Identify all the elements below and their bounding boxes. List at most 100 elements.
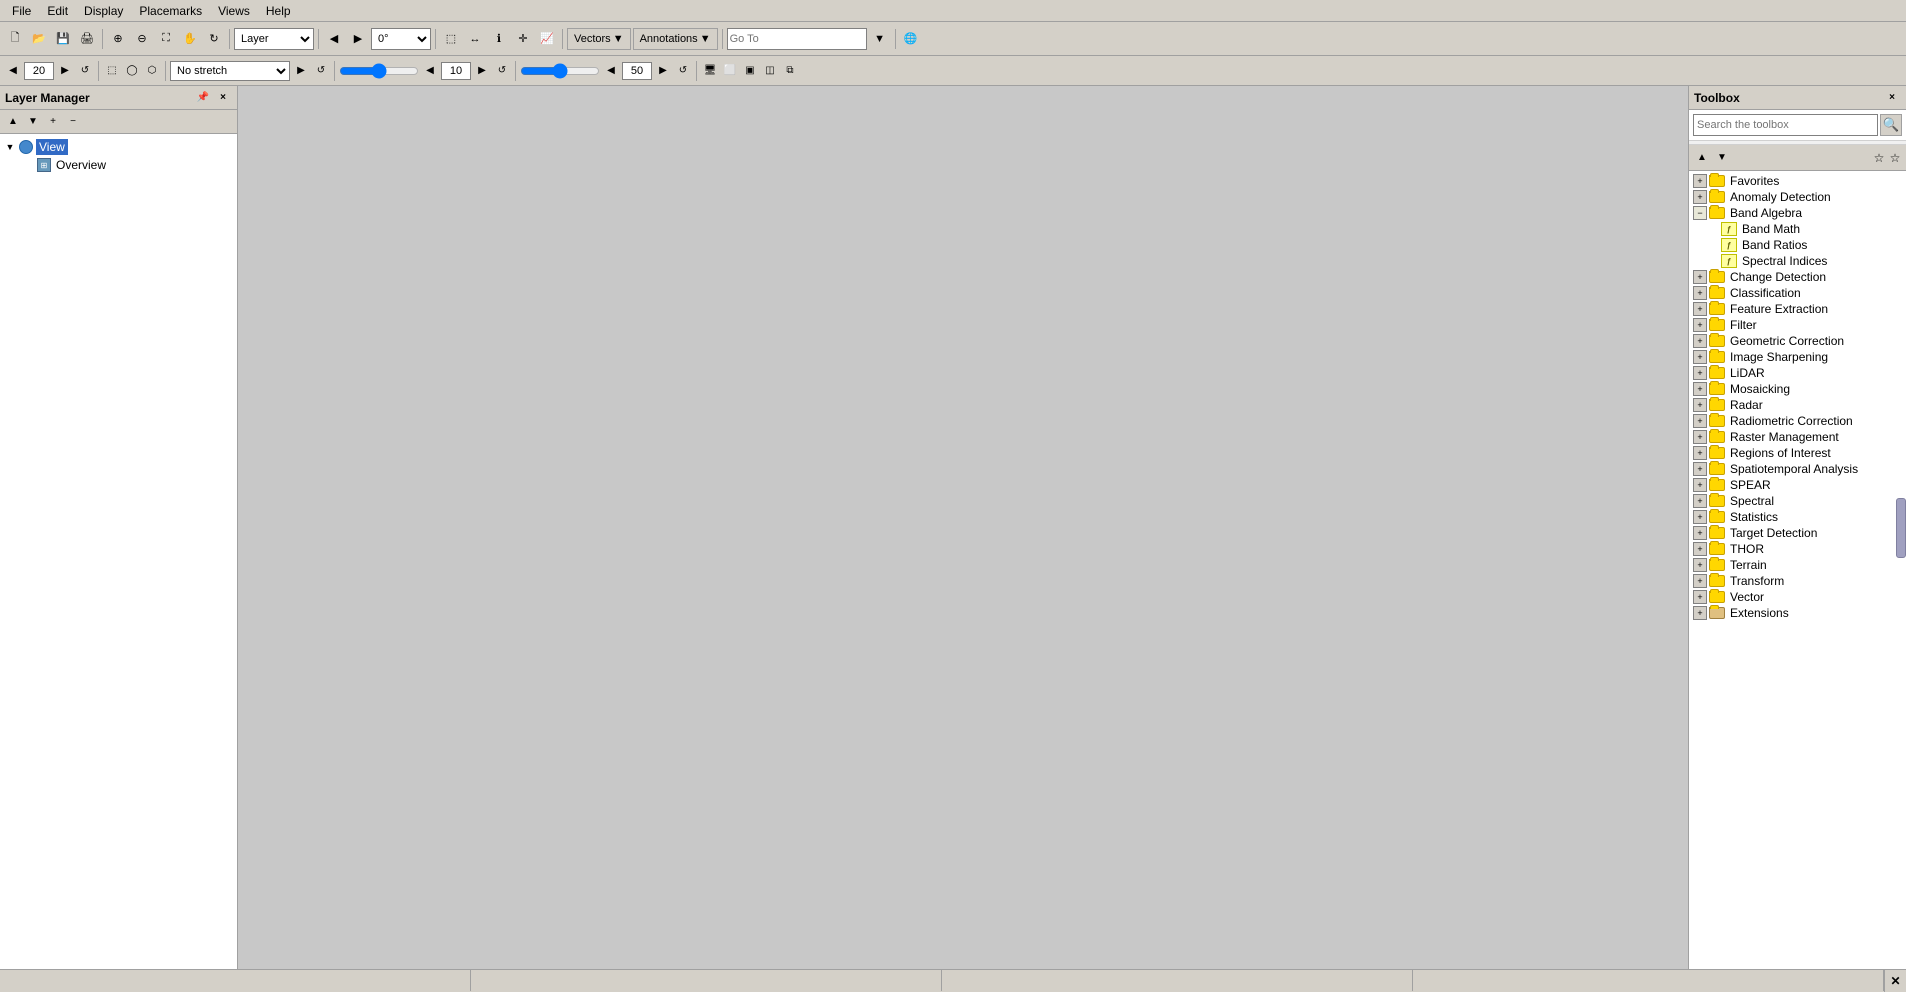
tb-item-favorites[interactable]: + Favorites (1691, 173, 1904, 189)
expand-mosaicking-btn[interactable]: + (1693, 382, 1707, 396)
menu-views[interactable]: Views (210, 2, 258, 20)
toolbox-search-go-btn[interactable]: 🔍 (1880, 114, 1902, 136)
tb2-arrow-left2[interactable]: ◀ (421, 62, 439, 80)
tree-item-overview[interactable]: ⊞ Overview (4, 156, 233, 174)
tb-sub-spectral-indices[interactable]: ƒ Spectral Indices (1691, 253, 1904, 269)
expand-statistics-btn[interactable]: + (1693, 510, 1707, 524)
crosshair-btn[interactable]: ✛ (512, 28, 534, 50)
toolbox-search-input[interactable] (1693, 114, 1878, 136)
tb2-value1[interactable] (24, 62, 54, 80)
tb-item-filter[interactable]: + Filter (1691, 317, 1904, 333)
brightness-slider[interactable] (339, 64, 419, 78)
tb-item-transform[interactable]: + Transform (1691, 573, 1904, 589)
goto-dropdown-btn[interactable]: ▼ (869, 28, 891, 50)
expand-filter-btn[interactable]: + (1693, 318, 1707, 332)
tb-sub-band-ratios[interactable]: ƒ Band Ratios (1691, 237, 1904, 253)
tb-item-statistics[interactable]: + Statistics (1691, 509, 1904, 525)
print-btn[interactable]: 🖨 (76, 28, 98, 50)
expand-geometric-correction-btn[interactable]: + (1693, 334, 1707, 348)
rotate-btn[interactable]: ↻ (203, 28, 225, 50)
expand-band-algebra-btn[interactable]: − (1693, 206, 1707, 220)
tb2-value2[interactable] (441, 62, 471, 80)
tb2-arrow-right2[interactable]: ▶ (473, 62, 491, 80)
expand-feature-extraction-btn[interactable]: + (1693, 302, 1707, 316)
expand-thor-btn[interactable]: + (1693, 542, 1707, 556)
info-btn[interactable]: ℹ (488, 28, 510, 50)
expand-radar-btn[interactable]: + (1693, 398, 1707, 412)
new-btn[interactable]: 🗋 (4, 28, 26, 50)
tb2-refresh2[interactable]: ↺ (493, 62, 511, 80)
tb-item-spectral[interactable]: + Spectral (1691, 493, 1904, 509)
profile-btn[interactable]: 📈 (536, 28, 558, 50)
measure-btn[interactable]: ↔ (464, 28, 486, 50)
nav-fwd-btn[interactable]: ▶ (347, 28, 369, 50)
star-icon2[interactable]: ☆ (1888, 151, 1902, 165)
annotations-btn[interactable]: Annotations ▼ (633, 28, 718, 50)
zoom-out-btn[interactable]: ⊖ (131, 28, 153, 50)
lm-pin-btn[interactable]: 📌 (194, 89, 212, 107)
contrast-slider[interactable] (520, 64, 600, 78)
tb-item-extensions[interactable]: + Extensions (1691, 605, 1904, 621)
expand-spectral-btn[interactable]: + (1693, 494, 1707, 508)
save-btn[interactable]: 💾 (52, 28, 74, 50)
toolbox-close-btn[interactable]: × (1883, 89, 1901, 107)
tb2-arrow-right[interactable]: ▶ (56, 62, 74, 80)
tb-item-lidar[interactable]: + LiDAR (1691, 365, 1904, 381)
tb2-display-btn1[interactable]: 🖥 (701, 62, 719, 80)
zoom-fit-btn[interactable]: ⛶ (155, 28, 177, 50)
toolbox-nav-down-btn[interactable]: ▼ (1713, 149, 1731, 167)
tb-item-anomaly[interactable]: + Anomaly Detection (1691, 189, 1904, 205)
tb-item-target-detection[interactable]: + Target Detection (1691, 525, 1904, 541)
expand-target-detection-btn[interactable]: + (1693, 526, 1707, 540)
tb-item-radar[interactable]: + Radar (1691, 397, 1904, 413)
menu-help[interactable]: Help (258, 2, 299, 20)
tb-item-spatiotemporal[interactable]: + Spatiotemporal Analysis (1691, 461, 1904, 477)
toolbox-nav-up-btn[interactable]: ▲ (1693, 149, 1711, 167)
toolbox-scrollbar-thumb[interactable] (1896, 498, 1906, 558)
tb2-display-btn2[interactable]: ⬜ (721, 62, 739, 80)
lm-close-btn[interactable]: × (214, 89, 232, 107)
tb-item-classification[interactable]: + Classification (1691, 285, 1904, 301)
lm-new-btn[interactable]: + (44, 113, 62, 131)
menu-edit[interactable]: Edit (39, 2, 76, 20)
expand-change-detection-btn[interactable]: + (1693, 270, 1707, 284)
tree-item-view[interactable]: ▼ View (4, 138, 233, 156)
tb2-arrow-left3[interactable]: ◀ (602, 62, 620, 80)
tb-item-radiometric-correction[interactable]: + Radiometric Correction (1691, 413, 1904, 429)
expand-spear-btn[interactable]: + (1693, 478, 1707, 492)
menu-placemarks[interactable]: Placemarks (131, 2, 210, 20)
expand-transform-btn[interactable]: + (1693, 574, 1707, 588)
tb-item-raster-management[interactable]: + Raster Management (1691, 429, 1904, 445)
tb2-arrow-right3[interactable]: ▶ (654, 62, 672, 80)
expand-image-sharpening-btn[interactable]: + (1693, 350, 1707, 364)
select-btn[interactable]: ⬚ (440, 28, 462, 50)
tb2-display-btn3[interactable]: ▣ (741, 62, 759, 80)
tb-item-regions-of-interest[interactable]: + Regions of Interest (1691, 445, 1904, 461)
globe-btn[interactable]: 🌐 (900, 28, 922, 50)
menu-display[interactable]: Display (76, 2, 131, 20)
tb2-refresh3[interactable]: ↺ (674, 62, 692, 80)
expand-favorites-btn[interactable]: + (1693, 174, 1707, 188)
tb-item-mosaicking[interactable]: + Mosaicking (1691, 381, 1904, 397)
expand-classification-btn[interactable]: + (1693, 286, 1707, 300)
rotation-select[interactable]: 0° (371, 28, 431, 50)
tb2-sel-circle[interactable]: ◯ (123, 62, 141, 80)
tb2-display-btn5[interactable]: ⧉ (781, 62, 799, 80)
stretch-apply-btn[interactable]: ▶ (292, 62, 310, 80)
tb-item-terrain[interactable]: + Terrain (1691, 557, 1904, 573)
open-btn[interactable]: 📂 (28, 28, 50, 50)
tb-item-feature-extraction[interactable]: + Feature Extraction (1691, 301, 1904, 317)
lm-del-btn[interactable]: − (64, 113, 82, 131)
expand-spatiotemporal-btn[interactable]: + (1693, 462, 1707, 476)
tb2-sel-poly[interactable]: ⬡ (143, 62, 161, 80)
stretch-select[interactable]: No stretch Linear 2% Linear 5% Gaussian … (170, 61, 290, 81)
status-close-btn[interactable]: ✕ (1884, 970, 1906, 992)
pan-btn[interactable]: ✋ (179, 28, 201, 50)
tb-item-band-algebra[interactable]: − Band Algebra (1691, 205, 1904, 221)
tb-sub-band-math[interactable]: ƒ Band Math (1691, 221, 1904, 237)
tb-item-vector[interactable]: + Vector (1691, 589, 1904, 605)
expand-raster-management-btn[interactable]: + (1693, 430, 1707, 444)
menu-file[interactable]: File (4, 2, 39, 20)
tb-item-thor[interactable]: + THOR (1691, 541, 1904, 557)
tb2-arrow-left[interactable]: ◀ (4, 62, 22, 80)
